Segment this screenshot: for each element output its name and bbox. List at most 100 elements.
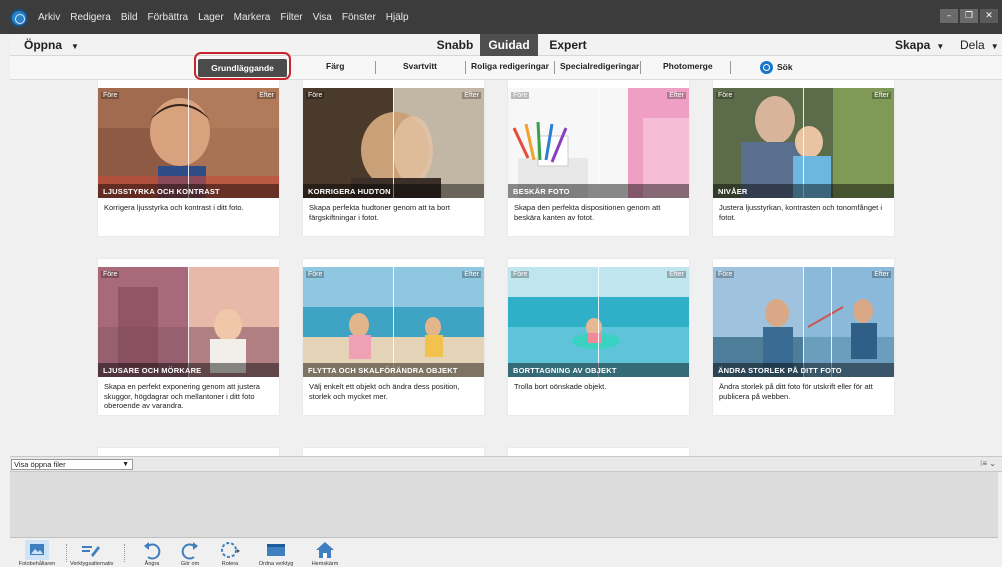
card-title: ÄNDRA STORLEK PÅ DITT FOTO [718,366,842,375]
card-partial[interactable] [98,448,279,456]
after-tag: Efter [667,92,686,99]
card-title: LJUSSTYRKA OCH KONTRAST [103,187,220,196]
bottom-taskbar: Fotobehållaren Verktygsalternativ Ångra … [0,538,1002,567]
menu-redigera[interactable]: Redigera [70,12,111,23]
before-tag: Före [101,92,120,99]
organize-tools-icon [267,544,285,556]
maximize-button[interactable]: ❐ [960,9,978,23]
taskbar-separator [124,544,125,562]
after-tag: Efter [462,92,481,99]
card-move-scale-object[interactable]: Före Efter FLYTTA OCH SKALFÖRÄNDRA OBJEK… [303,259,484,415]
after-tag: Efter [257,92,276,99]
share-label: Dela [960,38,985,52]
before-after-divider [188,267,189,377]
card-thumbnail: Före Efter LJUSSTYRKA OCH KONTRAST [98,88,279,198]
menu-list: Arkiv Redigera Bild Förbättra Lager Mark… [38,0,419,34]
home-icon [316,542,334,558]
menu-lager[interactable]: Lager [198,12,224,23]
menu-markera[interactable]: Markera [234,12,271,23]
open-files-bar: Visa öppna filer ▼ ⁝≡ ⌄ [10,456,1002,472]
redo-icon [181,542,198,560]
menu-filter[interactable]: Filter [280,12,302,23]
card-description: Trolla bort oönskade objekt. [514,382,607,391]
before-after-divider [393,267,394,377]
menu-bild[interactable]: Bild [121,12,138,23]
close-button[interactable]: ✕ [980,9,998,23]
before-after-divider [188,88,189,198]
taskbar-label: Gör om [180,561,200,567]
tool-options-button[interactable]: Verktygsalternativ [70,540,114,567]
category-color[interactable]: Färg [326,61,344,71]
card-resize-photo[interactable]: Före Efter ÄNDRA STORLEK PÅ DITT FOTO Än… [713,259,894,415]
category-special-edits[interactable]: Specialredigeringar [560,61,639,71]
taskbar-separator [66,544,67,562]
card-description: Skapa en perfekt exponering genom att ju… [104,382,260,410]
show-open-files-select[interactable]: Visa öppna filer ▼ [11,459,133,470]
card-crop-photo[interactable]: Före Efter BESKÄR FOTO Skapa den perfekt… [508,80,689,236]
menu-forbattra[interactable]: Förbättra [148,12,189,23]
rotate-button[interactable]: Rotera [210,540,250,567]
undo-button[interactable]: Ångra [132,540,172,567]
minimize-button[interactable]: – [940,9,958,23]
category-fun-edits[interactable]: Roliga redigeringar [471,61,549,71]
photo-bin-button[interactable]: Fotobehållaren [17,540,57,567]
taskbar-label: Verktygsalternativ [70,561,114,567]
category-bar: Grundläggande Färg Svartvitt Roliga redi… [10,52,1002,80]
organize-tools-button[interactable]: Ordna verktyg [256,540,296,567]
card-partial[interactable] [508,448,689,456]
card-skin-tone[interactable]: Före Efter KORRIGERA HUDTON Skapa perfek… [303,80,484,236]
select-label: Visa öppna filer [14,460,66,469]
card-thumbnail: Före Efter FLYTTA OCH SKALFÖRÄNDRA OBJEK… [303,267,484,377]
after-tag: Efter [872,92,891,99]
after-tag: Efter [872,271,891,278]
before-after-divider [598,88,599,198]
mode-bar: Öppna ▼ Snabb Guidad Expert Skapa ▼ Dela ▼ [10,34,1002,56]
before-tag: Före [101,271,120,278]
card-description: Justera ljusstyrkan, kontrasten och tono… [719,203,883,222]
photo-bin[interactable] [10,472,998,538]
tab-guided[interactable]: Guidad [480,34,538,56]
category-black-white[interactable]: Svartvitt [403,61,437,71]
category-photomerge[interactable]: Photomerge [663,61,713,71]
before-tag: Före [511,271,530,278]
active-category-highlight [194,52,291,80]
panel-options-icon[interactable]: ⁝≡ ⌄ [980,459,996,468]
card-thumbnail: Före LJUSARE OCH MÖRKARE [98,267,279,377]
create-label: Skapa [895,38,931,52]
taskbar-label: Hemskärm [311,561,339,567]
menu-arkiv[interactable]: Arkiv [38,12,60,23]
redo-button[interactable]: Gör om [170,540,210,567]
card-lighten-darken[interactable]: Före LJUSARE OCH MÖRKARE Skapa en perfek… [98,259,279,415]
share-button[interactable]: Dela ▼ [960,38,999,52]
menu-hjalp[interactable]: Hjälp [386,12,409,23]
before-tag: Före [716,271,735,278]
tool-options-icon [82,546,100,557]
open-button[interactable]: Öppna ▼ [24,38,79,52]
category-separator [465,61,466,74]
tab-expert[interactable]: Expert [538,34,598,56]
search-label[interactable]: Sök [777,62,793,72]
card-title: FLYTTA OCH SKALFÖRÄNDRA OBJEKT [308,366,458,375]
undo-icon [144,542,161,560]
card-description: Korrigera ljusstyrka och kontrast i ditt… [104,203,244,212]
taskbar-label: Fotobehållaren [18,561,56,567]
before-after-divider [803,88,804,198]
card-object-removal[interactable]: Före Efter BORTTAGNING AV OBJEKT Trolla … [508,259,689,415]
menu-fonster[interactable]: Fönster [342,12,376,23]
search-icon[interactable] [760,61,773,74]
before-tag: Före [306,92,325,99]
card-title: NIVÅER [718,187,748,196]
after-tag: Efter [462,271,481,278]
card-description: Skapa den perfekta dispositionen genom a… [514,203,661,222]
menu-visa[interactable]: Visa [313,12,332,23]
before-tag: Före [511,92,530,99]
card-partial[interactable] [303,448,484,456]
create-button[interactable]: Skapa ▼ [895,38,944,52]
card-levels[interactable]: Före Efter NIVÅER Justera ljusstyrkan, k… [713,80,894,236]
card-brightness-contrast[interactable]: Före Efter LJUSSTYRKA OCH KONTRAST Korri… [98,80,279,236]
tab-quick[interactable]: Snabb [430,34,480,56]
taskbar-label: Rotera [221,561,239,567]
home-screen-button[interactable]: Hemskärm [305,540,345,567]
card-title: KORRIGERA HUDTON [308,187,391,196]
card-thumbnail: Före Efter BORTTAGNING AV OBJEKT [508,267,689,377]
